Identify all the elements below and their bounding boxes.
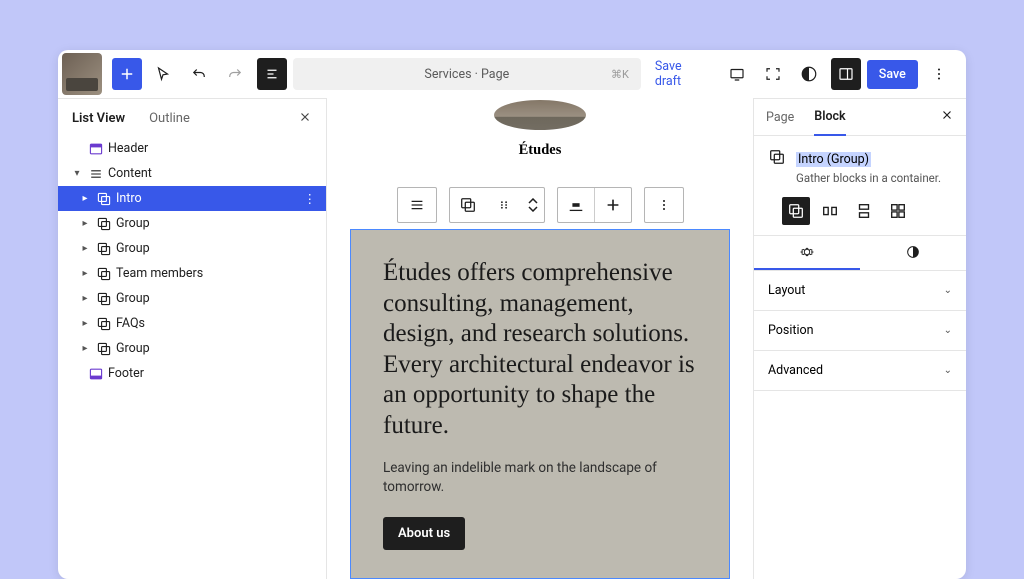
site-title[interactable]: Études (519, 142, 562, 159)
document-overview-panel: List View Outline Header ▾ Content (58, 98, 326, 579)
editor-canvas[interactable]: Études (326, 98, 754, 579)
tree-item[interactable]: ▸ FAQs (58, 311, 326, 336)
chevron-down-icon[interactable]: ▾ (68, 168, 86, 179)
align-button[interactable] (558, 188, 594, 222)
tree-item[interactable]: ▸ Group (58, 286, 326, 311)
settings-sidebar-toggle[interactable] (831, 58, 861, 90)
view-fullscreen-button[interactable] (758, 58, 788, 90)
view-desktop-button[interactable] (722, 58, 752, 90)
document-title-bar[interactable]: Services · Page ⌘K (293, 58, 641, 90)
tree-item-footer[interactable]: Footer (58, 361, 326, 386)
mover-buttons[interactable] (522, 188, 544, 222)
drag-handle[interactable] (486, 188, 522, 222)
block-card-description: Gather blocks in a container. (796, 171, 941, 185)
tree-item[interactable]: ▸ Group (58, 236, 326, 261)
tab-page[interactable]: Page (766, 110, 794, 135)
tab-outline[interactable]: Outline (149, 111, 190, 126)
block-tree: Header ▾ Content ▸ Intro ⋮ ▸ Group (58, 136, 326, 386)
variation-row-button[interactable] (816, 197, 844, 225)
tree-item[interactable]: ▸ Team members (58, 261, 326, 286)
settings-sidebar: Page Block Intro (Group) Gather blocks i… (754, 98, 966, 579)
sidebar-item-intro[interactable]: ▸ Intro ⋮ (58, 186, 326, 211)
undo-button[interactable] (184, 58, 214, 90)
content-block-icon (86, 166, 106, 182)
site-thumbnail[interactable] (62, 53, 102, 95)
block-options-button[interactable] (644, 187, 684, 223)
position-panel-toggle[interactable]: Position⌄ (754, 311, 966, 351)
about-us-button[interactable]: About us (383, 517, 465, 550)
save-draft-link[interactable]: Save draft (655, 59, 708, 89)
intro-heading[interactable]: Études offers comprehensive consulting, … (383, 258, 697, 441)
close-icon[interactable] (940, 107, 954, 126)
group-block-icon (94, 191, 114, 207)
tools-cursor-button[interactable] (148, 58, 178, 90)
group-variation-picker (754, 197, 966, 235)
styles-tab[interactable] (860, 236, 966, 270)
options-menu-button[interactable] (924, 58, 954, 90)
tab-block[interactable]: Block (814, 109, 845, 136)
chevron-down-icon: ⌄ (944, 285, 952, 296)
tree-item[interactable]: ▸ Group (58, 211, 326, 236)
tree-item[interactable]: ▸ Group (58, 336, 326, 361)
header-block-icon (86, 141, 106, 157)
group-block-icon (94, 216, 114, 232)
justify-button[interactable] (595, 188, 631, 222)
variation-group-button[interactable] (782, 197, 810, 225)
close-icon[interactable] (298, 109, 312, 128)
kebab-icon[interactable]: ⋮ (304, 191, 317, 207)
top-toolbar: Services · Page ⌘K Save draft Save (58, 50, 966, 98)
parent-selector-button[interactable] (397, 187, 437, 223)
block-card-title: Intro (Group) (796, 152, 871, 167)
command-shortcut: ⌘K (611, 68, 629, 81)
advanced-panel-toggle[interactable]: Advanced⌄ (754, 351, 966, 391)
chevron-right-icon[interactable]: ▸ (76, 193, 94, 204)
editor-window: Services · Page ⌘K Save draft Save List … (58, 50, 966, 579)
settings-tab[interactable] (754, 236, 860, 270)
view-styles-button[interactable] (794, 58, 824, 90)
redo-button[interactable] (220, 58, 250, 90)
group-block-icon (768, 148, 786, 185)
layout-panel-toggle[interactable]: Layout⌄ (754, 271, 966, 311)
variation-grid-button[interactable] (884, 197, 912, 225)
footer-block-icon (86, 366, 106, 382)
site-logo-image[interactable] (494, 100, 586, 130)
tree-item-header[interactable]: Header (58, 136, 326, 161)
intro-group-block[interactable]: Études offers comprehensive consulting, … (350, 229, 730, 579)
variation-stack-button[interactable] (850, 197, 878, 225)
chevron-right-icon[interactable]: ▸ (76, 218, 94, 229)
document-overview-button[interactable] (257, 58, 287, 90)
block-switcher-button[interactable] (450, 188, 486, 222)
tab-list-view[interactable]: List View (72, 111, 125, 126)
block-toolbar (397, 187, 684, 223)
tree-item-content[interactable]: ▾ Content (58, 161, 326, 186)
intro-subtext[interactable]: Leaving an indelible mark on the landsca… (383, 459, 697, 497)
publish-button[interactable]: Save (867, 60, 918, 89)
document-title: Services · Page (424, 67, 509, 82)
block-inserter-button[interactable] (112, 58, 142, 90)
